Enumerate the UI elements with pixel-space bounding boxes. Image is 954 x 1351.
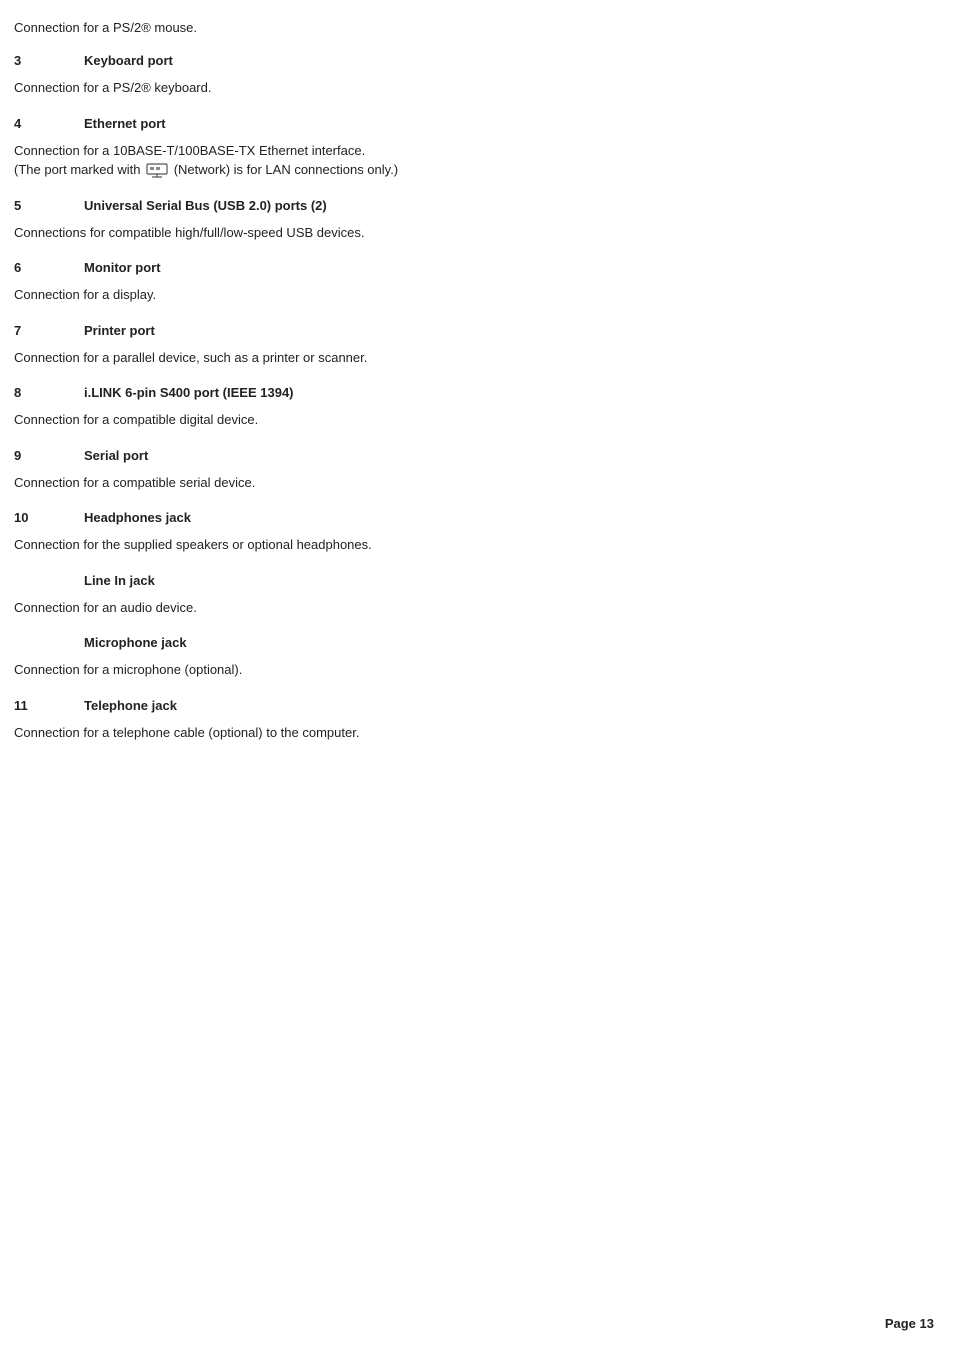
section-4-desc1: Connection for a 10BASE-T/100BASE-TX Eth…	[14, 141, 924, 161]
section-11-desc: Connection for a telephone cable (option…	[14, 723, 924, 743]
section-6: 6 Monitor port Connection for a display.	[14, 260, 924, 305]
section-8-desc: Connection for a compatible digital devi…	[14, 410, 924, 430]
section-9-number: 9	[14, 448, 84, 463]
subsection-microphone-desc: Connection for a microphone (optional).	[14, 660, 924, 680]
section-9-desc: Connection for a compatible serial devic…	[14, 473, 924, 493]
section-3-number: 3	[14, 53, 84, 68]
ethernet-desc2b-text: (Network) is for LAN connections only.)	[174, 162, 398, 177]
section-8: 8 i.LINK 6-pin S400 port (IEEE 1394) Con…	[14, 385, 924, 430]
section-10-title: Headphones jack	[84, 510, 191, 525]
section-9-title: Serial port	[84, 448, 148, 463]
section-9: 9 Serial port Connection for a compatibl…	[14, 448, 924, 493]
subsection-line-in-title: Line In jack	[84, 573, 155, 588]
section-8-title: i.LINK 6-pin S400 port (IEEE 1394)	[84, 385, 294, 400]
subsection-microphone-title: Microphone jack	[84, 635, 187, 650]
section-7: 7 Printer port Connection for a parallel…	[14, 323, 924, 368]
section-4-desc2: (The port marked with (Network) is for L…	[14, 160, 924, 180]
page-number: Page 13	[885, 1316, 934, 1331]
section-4-number: 4	[14, 116, 84, 131]
section-10-desc: Connection for the supplied speakers or …	[14, 535, 924, 555]
section-11-title: Telephone jack	[84, 698, 177, 713]
section-4-title: Ethernet port	[84, 116, 166, 131]
section-6-number: 6	[14, 260, 84, 275]
section-5-title: Universal Serial Bus (USB 2.0) ports (2)	[84, 198, 327, 213]
subsection-line-in: – Line In jack Connection for an audio d…	[14, 573, 924, 618]
section-10: 10 Headphones jack Connection for the su…	[14, 510, 924, 555]
subsection-microphone: – Microphone jack Connection for a micro…	[14, 635, 924, 680]
section-4: 4 Ethernet port Connection for a 10BASE-…	[14, 116, 924, 180]
section-7-title: Printer port	[84, 323, 155, 338]
section-8-number: 8	[14, 385, 84, 400]
section-3: 3 Keyboard port Connection for a PS/2® k…	[14, 53, 924, 98]
intro-line: Connection for a PS/2® mouse.	[14, 20, 924, 35]
section-11: 11 Telephone jack Connection for a telep…	[14, 698, 924, 743]
section-3-title: Keyboard port	[84, 53, 173, 68]
section-10-number: 10	[14, 510, 84, 525]
section-3-desc: Connection for a PS/2® keyboard.	[14, 78, 924, 98]
section-5-number: 5	[14, 198, 84, 213]
section-11-number: 11	[14, 698, 84, 713]
subsection-line-in-desc: Connection for an audio device.	[14, 598, 924, 618]
section-6-title: Monitor port	[84, 260, 161, 275]
ethernet-desc2-text: (The port marked with	[14, 162, 140, 177]
section-7-number: 7	[14, 323, 84, 338]
section-5-desc: Connections for compatible high/full/low…	[14, 223, 924, 243]
section-7-desc: Connection for a parallel device, such a…	[14, 348, 924, 368]
network-icon	[146, 163, 168, 179]
section-6-desc: Connection for a display.	[14, 285, 924, 305]
section-5: 5 Universal Serial Bus (USB 2.0) ports (…	[14, 198, 924, 243]
